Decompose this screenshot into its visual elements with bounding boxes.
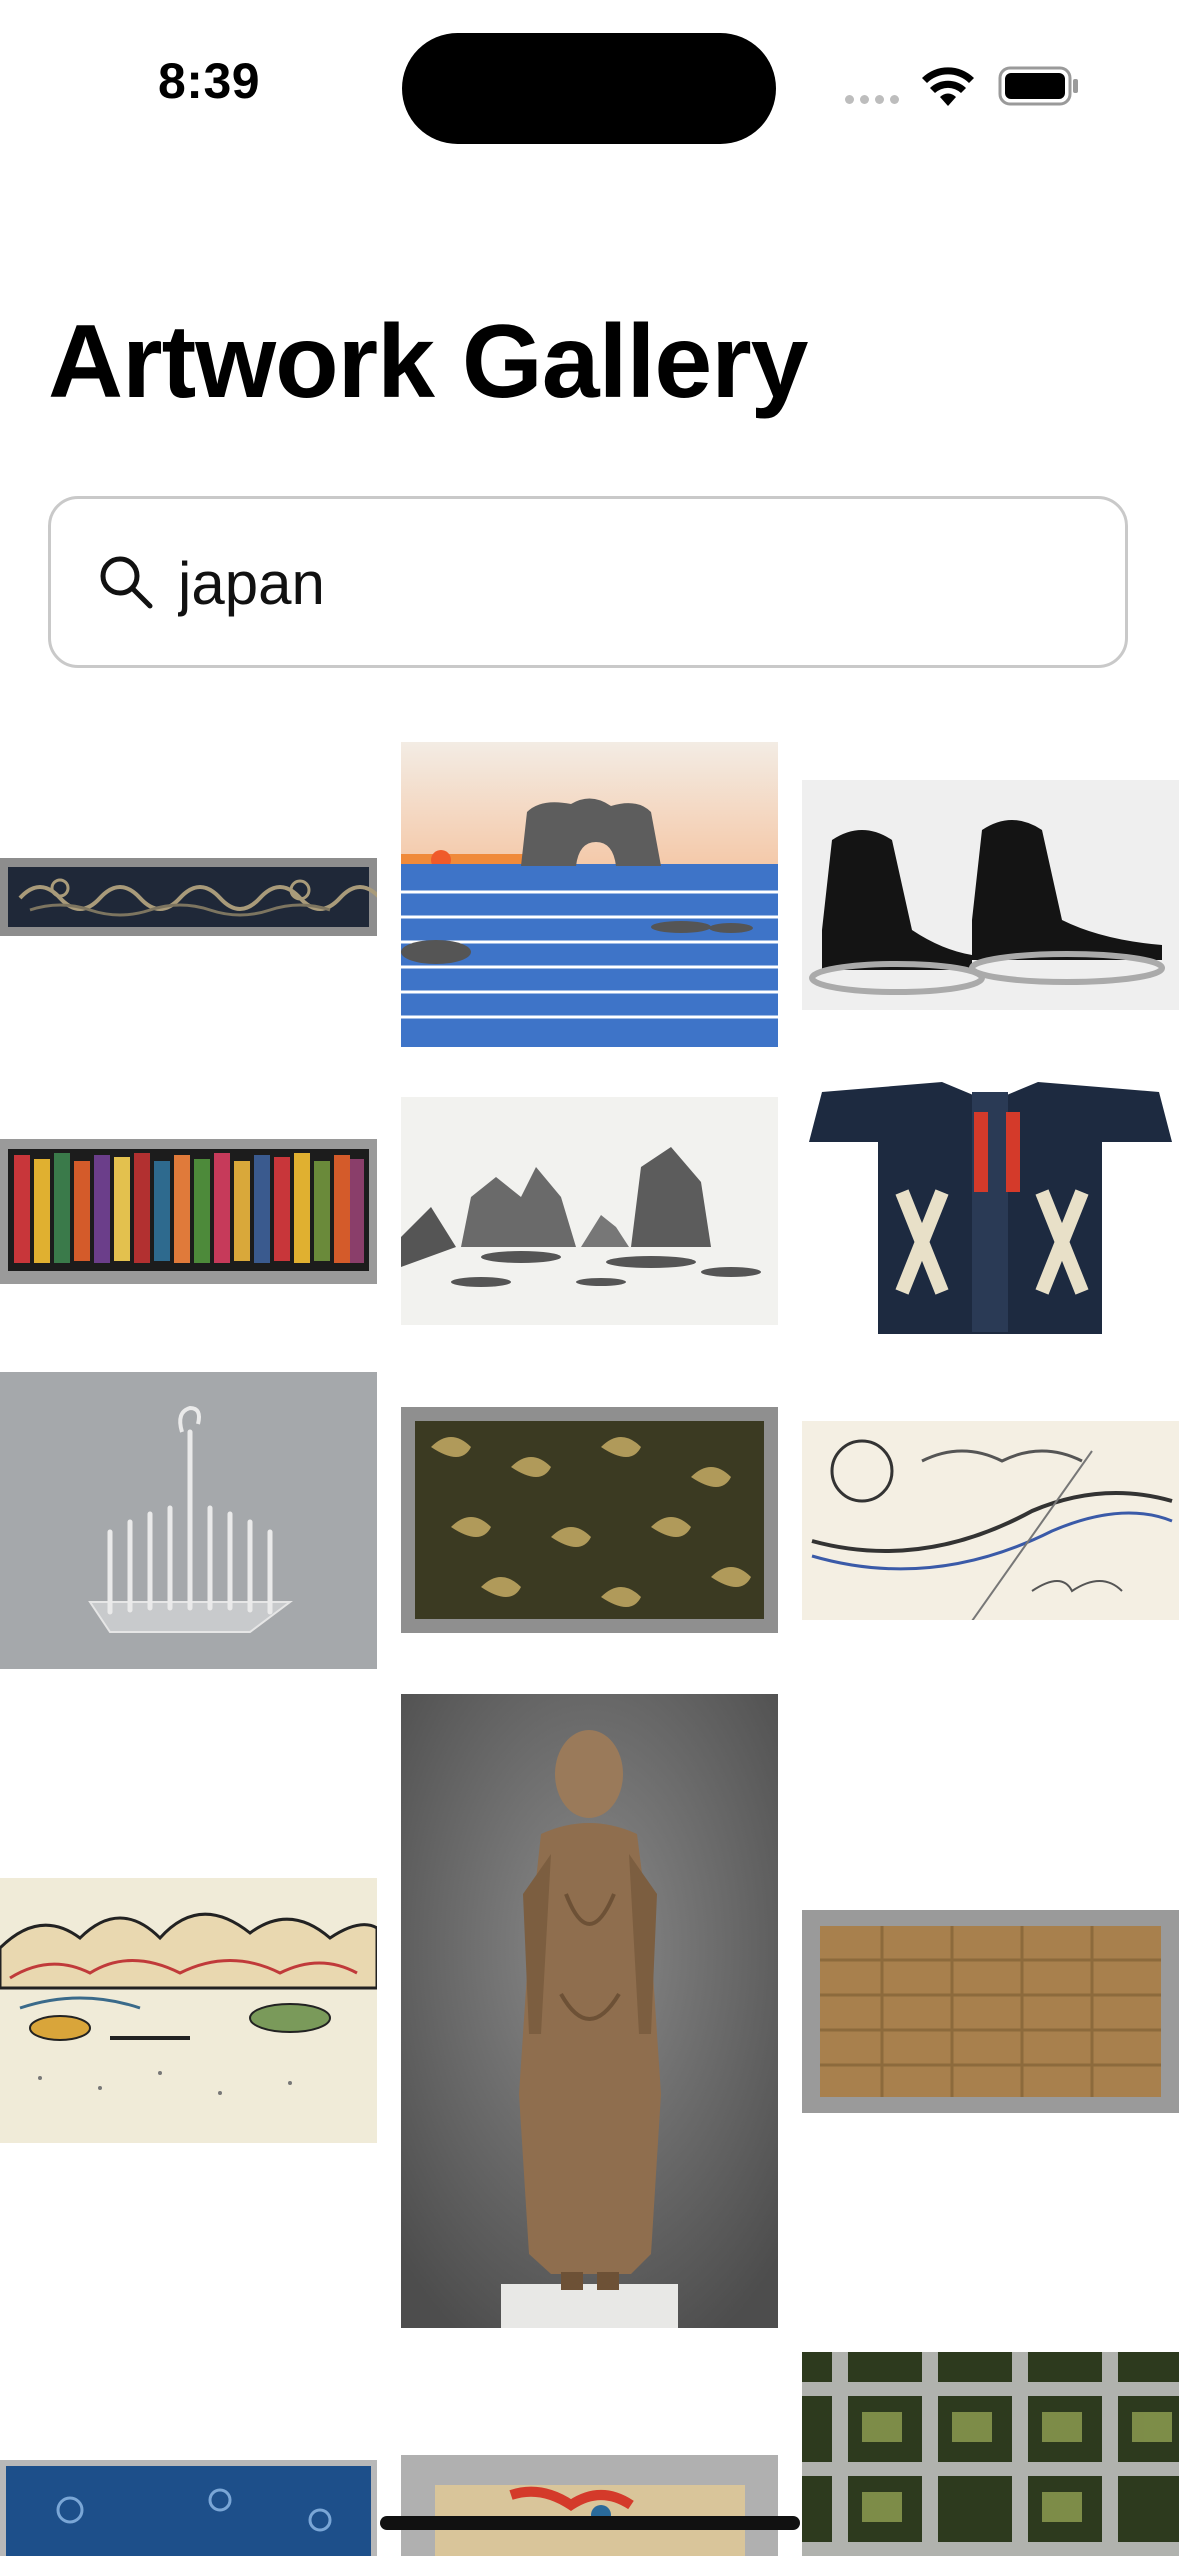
artwork-thumbnail [0, 1372, 377, 1669]
artwork-thumbnail [0, 858, 377, 936]
cellular-signal-icon [845, 92, 903, 106]
search-icon [100, 556, 153, 609]
gallery-item-green-plaid[interactable] [802, 2352, 1179, 2556]
gallery-item-blue-textile[interactable] [0, 2460, 377, 2556]
search-input[interactable] [178, 540, 1078, 626]
artwork-thumbnail [401, 1097, 778, 1325]
gallery-item-tabi-sandals[interactable] [802, 780, 1179, 1010]
artwork-thumbnail [802, 1910, 1179, 2113]
gallery-item-dragon-textile[interactable] [0, 858, 377, 936]
artwork-thumbnail [0, 1139, 377, 1284]
gallery-item-brown-textile[interactable] [802, 1910, 1179, 2113]
status-time: 8:39 [158, 53, 261, 109]
battery-icon [998, 66, 1078, 106]
gallery-item-sketch[interactable] [802, 1421, 1179, 1620]
page-title: Artwork Gallery [48, 304, 809, 420]
gallery-item-misty-coast[interactable] [401, 1097, 778, 1325]
gallery-item-coastal-arch[interactable] [401, 742, 778, 1047]
gallery-item-happi-coat[interactable] [802, 1072, 1179, 1338]
artwork-thumbnail [802, 2352, 1179, 2556]
artwork-thumbnail [0, 2460, 377, 2556]
dynamic-island [402, 33, 776, 144]
artwork-thumbnail [802, 1072, 1179, 1338]
gallery-item-standing-buddha[interactable] [401, 1694, 778, 2328]
gallery-item-landscape-ink[interactable] [0, 1878, 377, 2143]
gallery-item-gold-brocade[interactable] [401, 1407, 778, 1633]
artwork-thumbnail [401, 2455, 778, 2556]
home-indicator[interactable] [380, 2516, 800, 2530]
artwork-thumbnail [0, 1878, 377, 2143]
gallery-item-striped-textile[interactable] [0, 1139, 377, 1284]
artwork-thumbnail [401, 742, 778, 1047]
gallery-item-painted-panel[interactable] [401, 2455, 778, 2556]
gallery-item-silver-rack[interactable] [0, 1372, 377, 1669]
wifi-icon [922, 67, 974, 106]
artwork-thumbnail [802, 1421, 1179, 1620]
artwork-thumbnail [401, 1407, 778, 1633]
artwork-thumbnail [802, 780, 1179, 1010]
artwork-thumbnail [401, 1694, 778, 2328]
